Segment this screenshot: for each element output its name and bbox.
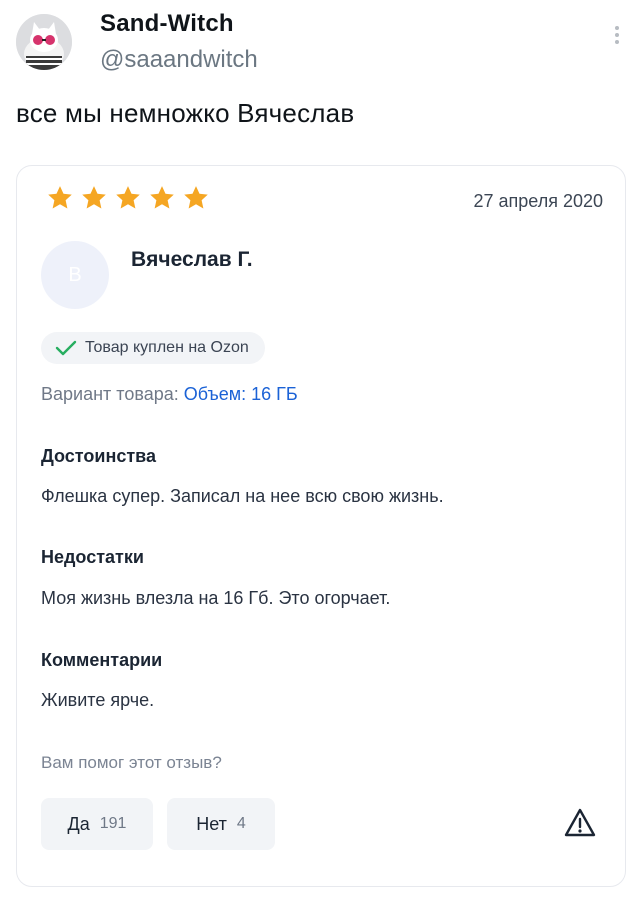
helpful-question: Вам помог этот отзыв? [41,753,222,772]
more-vertical-icon[interactable] [614,26,620,48]
tweet-text: все мы немножко Вячеслав [16,98,355,128]
pros-text: Флешка супер. Записал на нее всю свою жи… [41,486,444,506]
reviewer-avatar: В [41,241,109,309]
rating-stars [45,183,211,213]
vote-no-count: 4 [236,815,246,832]
check-icon [55,340,77,356]
vote-yes-button[interactable]: Да 191 [41,798,153,850]
review-date: 27 апреля 2020 [473,191,604,211]
comment-text: Живите ярче. [41,690,155,710]
vote-no-label: Нет [196,813,227,834]
star-icon [184,186,208,209]
product-variant: Вариант товара: Объем: 16 ГБ [41,384,298,405]
author-handle[interactable]: @saaandwitch [100,46,258,74]
review-card: 27 апреля 2020 В Вячеслав Г. Товар купле… [16,165,626,887]
star-icon [116,186,140,209]
profile-avatar[interactable] [16,14,72,70]
vote-no-button[interactable]: Нет 4 [167,798,275,850]
author-name[interactable]: Sand-Witch [100,10,234,38]
cons-text: Моя жизнь влезла на 16 Гб. Это огорчает. [41,588,391,608]
cons-title: Недостатки [41,547,144,567]
star-icon [150,186,174,209]
comment-title: Комментарии [41,650,163,670]
warning-triangle-icon[interactable] [563,806,597,840]
star-icon [82,186,106,209]
star-icon [48,186,72,209]
reviewer-name: Вячеслав Г. [131,248,253,271]
cat-avatar-icon [16,14,72,70]
pros-title: Достоинства [41,446,156,466]
variant-value[interactable]: Объем: 16 ГБ [184,384,298,404]
badge-text: Товар куплен на Ozon [85,339,249,356]
purchase-badge: Товар куплен на Ozon [41,332,265,364]
vote-yes-count: 191 [99,815,127,832]
vote-yes-label: Да [67,813,90,834]
variant-label: Вариант товара: [41,384,179,404]
